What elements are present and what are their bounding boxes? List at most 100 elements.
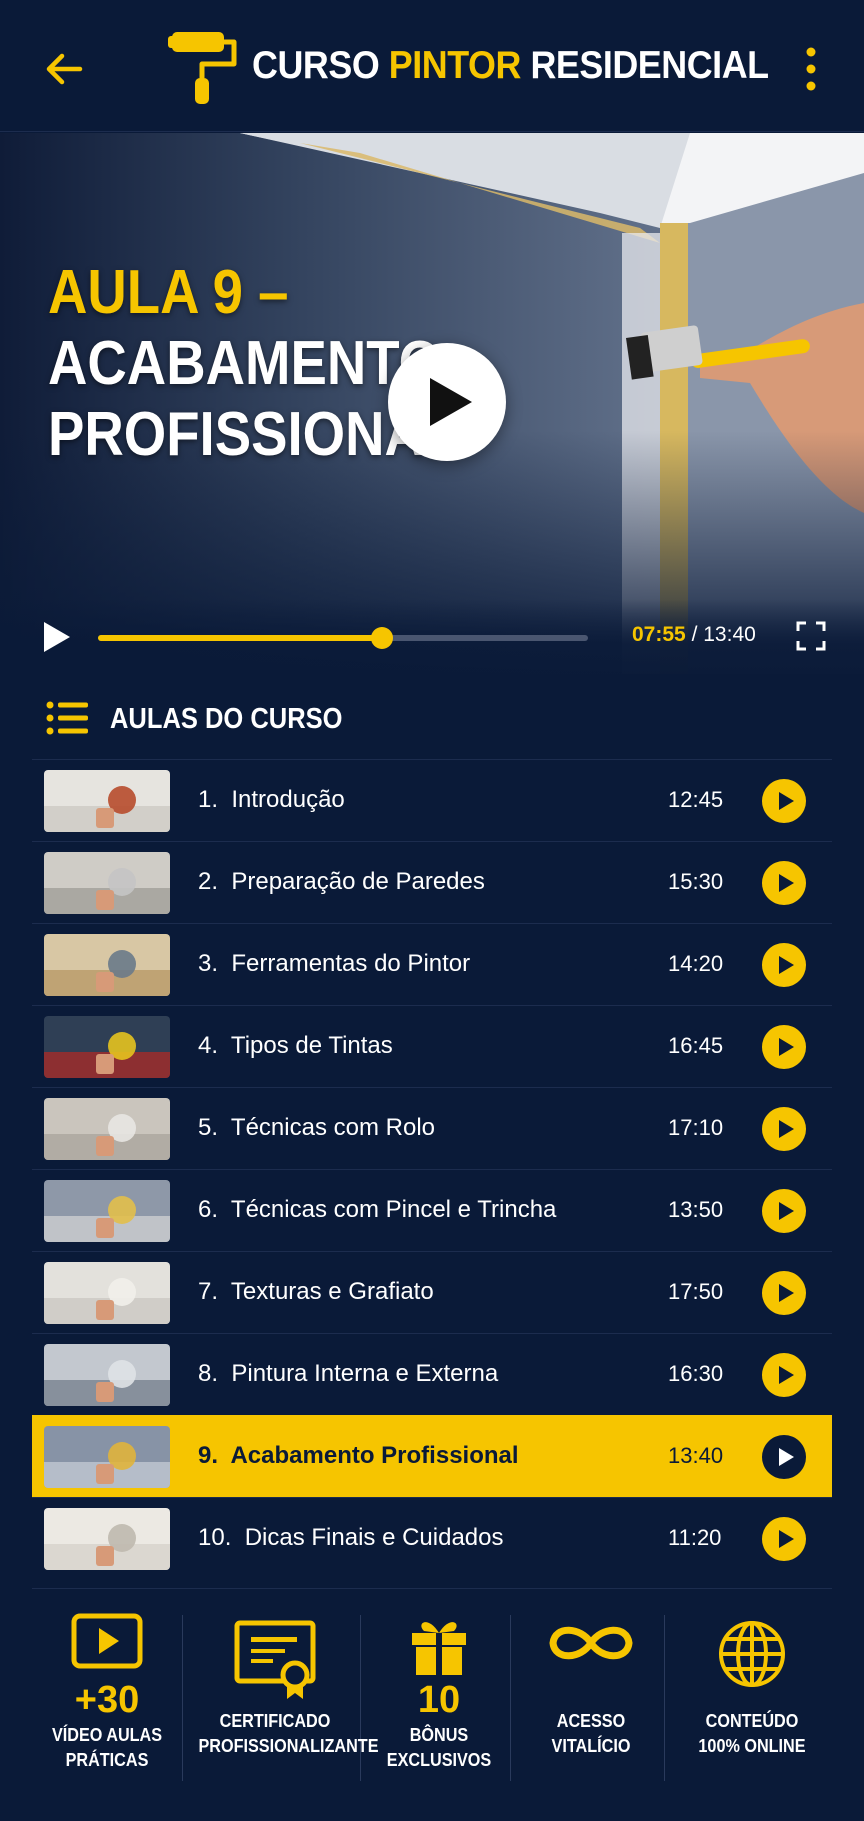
lesson-play-button[interactable] [762, 1025, 806, 1069]
lesson-row[interactable]: 6. Técnicas com Pincel e Trincha 13:50 [32, 1169, 832, 1251]
app-header: CURSO PINTOR RESIDENCIAL [0, 0, 864, 132]
infinity-icon [547, 1619, 635, 1672]
lessons-section-header: AULAS DO CURSO [0, 675, 864, 759]
lesson-duration: 15:30 [668, 869, 724, 894]
feature-divider [360, 1615, 361, 1781]
progress-bar[interactable] [98, 627, 588, 649]
lesson-thumbnail [44, 1344, 170, 1406]
play-icon [430, 378, 472, 426]
feature-label: VÍDEO AULAS PRÁTICAS [51, 1725, 163, 1770]
lesson-duration: 11:20 [668, 1525, 722, 1550]
current-time: 07:55 [632, 623, 686, 646]
lesson-thumbnail [44, 1426, 170, 1488]
total-time: 13:40 [703, 623, 756, 646]
feature-item: 10 BÔNUS EXCLUSIVOS [368, 1613, 510, 1789]
progress-fill [98, 635, 383, 641]
more-vertical-icon[interactable] [796, 44, 826, 94]
play-icon [779, 1530, 794, 1548]
play-icon [779, 1284, 794, 1302]
lesson-row[interactable]: 3. Ferramentas do Pintor 14:20 [32, 923, 832, 1005]
lesson-thumbnail [44, 1262, 170, 1324]
play-icon [779, 1202, 794, 1220]
big-play-button[interactable] [388, 343, 506, 461]
lesson-thumbnail [44, 1016, 170, 1078]
feature-item: CONTEÚDO 100% ONLINE [672, 1613, 832, 1789]
app-title: CURSO PINTOR RESIDENCIAL [252, 44, 769, 87]
time-separator: / [691, 623, 698, 646]
lesson-row[interactable]: 9. Acabamento Profissional 13:40 [32, 1415, 832, 1497]
lesson-play-button[interactable] [762, 943, 806, 987]
lesson-duration: 17:10 [668, 1115, 724, 1140]
feature-item: ACESSO VITALÍCIO [518, 1613, 664, 1789]
time-display: 07:55 / 13:40 [632, 623, 756, 647]
lesson-duration: 16:30 [668, 1361, 724, 1386]
feature-item: CERTIFICADO PROFISSIONALIZANTE [190, 1613, 379, 1789]
globe-icon [717, 1619, 787, 1694]
play-icon [779, 956, 794, 974]
lesson-row[interactable]: 5. Técnicas com Rolo 17:10 [32, 1087, 832, 1169]
lesson-title: 4. Tipos de Tintas [198, 1032, 393, 1059]
lesson-title: 9. Acabamento Profissional [198, 1442, 519, 1469]
fullscreen-icon[interactable] [796, 621, 826, 651]
lesson-thumbnail [44, 852, 170, 914]
feature-divider [664, 1615, 665, 1781]
lesson-row[interactable]: 4. Tipos de Tintas 16:45 [32, 1005, 832, 1087]
lesson-title: AULA 9 – ACABAMENTO PROFISSIONAL [48, 257, 457, 470]
lesson-play-button[interactable] [762, 1271, 806, 1315]
lesson-thumbnail [44, 1180, 170, 1242]
lesson-row[interactable]: 10. Dicas Finais e Cuidados 11:20 [32, 1497, 832, 1579]
lesson-duration: 16:45 [668, 1033, 724, 1058]
lesson-play-button[interactable] [762, 1107, 806, 1151]
lesson-row[interactable]: 2. Preparação de Paredes 15:30 [32, 841, 832, 923]
lesson-title: 6. Técnicas com Pincel e Trincha [198, 1196, 557, 1223]
lesson-duration: 17:50 [668, 1279, 724, 1304]
list-icon [46, 701, 88, 735]
lesson-row[interactable]: 8. Pintura Interna e Externa 16:30 [32, 1333, 832, 1415]
lesson-title: 5. Técnicas com Rolo [198, 1114, 435, 1141]
lesson-play-button[interactable] [762, 1353, 806, 1397]
feature-label: CONTEÚDO 100% ONLINE [698, 1711, 806, 1756]
feature-divider [182, 1615, 183, 1781]
lesson-duration: 12:45 [668, 787, 724, 812]
arrow-left-icon[interactable] [40, 44, 90, 94]
progress-handle[interactable] [371, 627, 394, 649]
lesson-play-button[interactable] [762, 1189, 806, 1233]
feature-number: +30 [74, 1679, 140, 1721]
lesson-play-button[interactable] [762, 1517, 806, 1561]
lesson-play-button[interactable] [762, 861, 806, 905]
lesson-title: 3. Ferramentas do Pintor [198, 950, 471, 977]
feature-label: ACESSO VITALÍCIO [551, 1711, 631, 1756]
lesson-duration: 14:20 [668, 951, 724, 976]
lesson-duration: 13:50 [668, 1197, 724, 1222]
lesson-row[interactable]: 1. Introdução 12:45 [32, 759, 832, 841]
gift-icon [408, 1613, 470, 1682]
feature-label: BÔNUS EXCLUSIVOS [386, 1725, 492, 1770]
feature-label: CERTIFICADO PROFISSIONALIZANTE [198, 1711, 379, 1756]
play-icon [779, 1448, 794, 1466]
play-icon [779, 792, 794, 810]
play-icon[interactable] [42, 621, 72, 653]
lesson-play-button[interactable] [762, 779, 806, 823]
lesson-row[interactable]: 7. Texturas e Grafiato 17:50 [32, 1251, 832, 1333]
player-controls: 07:55 / 13:40 [0, 599, 864, 674]
certificate-icon [233, 1619, 317, 1704]
lessons-section-title: AULAS DO CURSO [110, 703, 343, 735]
lesson-thumbnail [44, 770, 170, 832]
lesson-thumbnail [44, 934, 170, 996]
feature-divider [510, 1615, 511, 1781]
lesson-title: 8. Pintura Interna e Externa [198, 1360, 499, 1387]
play-icon [779, 1120, 794, 1138]
course-features: +30 VÍDEO AULAS PRÁTICAS CERTIFICADO PROFISS… [32, 1588, 832, 1802]
lesson-duration: 13:40 [668, 1443, 724, 1468]
lesson-title: 7. Texturas e Grafiato [198, 1278, 434, 1305]
feature-item: +30 VÍDEO AULAS PRÁTICAS [32, 1613, 182, 1789]
video-player[interactable]: AULA 9 – ACABAMENTO PROFISSIONAL 07:55 /… [0, 133, 864, 674]
feature-number: 10 [417, 1679, 461, 1721]
play-icon [779, 1038, 794, 1056]
play-icon [779, 1366, 794, 1384]
paint-roller-icon [168, 32, 237, 104]
lesson-list: 1. Introdução 12:45 2. Preparação de Pared… [32, 759, 832, 1579]
lesson-thumbnail [44, 1098, 170, 1160]
lesson-play-button[interactable] [762, 1435, 806, 1479]
lesson-thumbnail [44, 1508, 170, 1570]
